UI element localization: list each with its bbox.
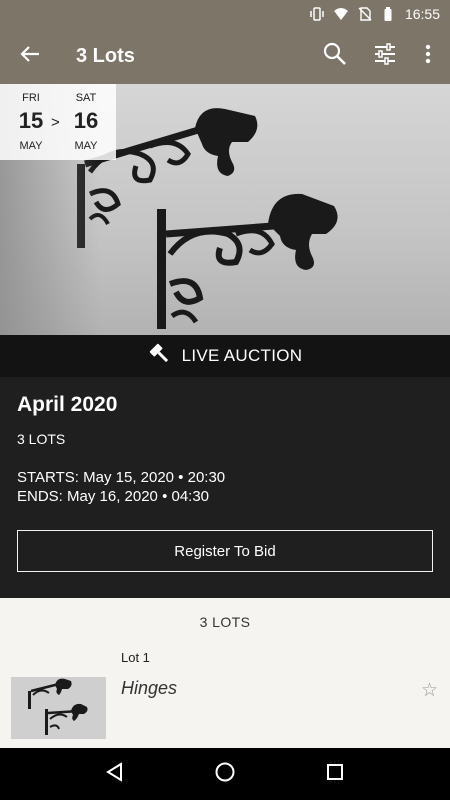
lot-thumbnail xyxy=(11,677,106,739)
back-button[interactable] xyxy=(0,28,60,84)
lots-section: 3 LOTS Lot 1 Hinges ☆ xyxy=(0,598,450,748)
wifi-icon xyxy=(333,6,349,22)
auction-lot-count: 3 LOTS xyxy=(17,431,66,447)
end-day-of-week: SAT xyxy=(75,92,97,104)
live-auction-label: LIVE AUCTION xyxy=(181,346,303,365)
gavel-icon xyxy=(148,342,172,371)
recents-square-icon xyxy=(326,763,344,786)
more-vert-icon xyxy=(425,44,431,69)
system-nav-bar xyxy=(0,748,450,800)
search-icon xyxy=(322,41,348,72)
filter-button[interactable] xyxy=(360,28,410,84)
lot-title: Hinges xyxy=(121,678,178,698)
start-day: 15 xyxy=(18,108,44,133)
search-button[interactable] xyxy=(310,28,360,84)
back-triangle-icon xyxy=(105,761,125,787)
lot-number: Lot 1 xyxy=(121,650,150,665)
start-month: MAY xyxy=(19,140,43,152)
star-outline-icon[interactable]: ☆ xyxy=(421,679,438,702)
nav-home-button[interactable] xyxy=(205,754,245,794)
auction-date-range: FRI 15 MAY > SAT 16 MAY xyxy=(0,84,116,160)
end-month: MAY xyxy=(74,140,98,152)
battery-icon xyxy=(381,6,397,22)
date-separator: > xyxy=(51,114,60,131)
auction-start-time: STARTS: May 15, 2020 • 20:30 xyxy=(17,469,226,486)
app-bar: 3 Lots xyxy=(0,28,450,84)
no-sim-icon xyxy=(357,6,373,22)
vibrate-icon xyxy=(309,6,325,22)
back-arrow-icon xyxy=(19,43,41,70)
lots-heading: 3 LOTS xyxy=(199,613,251,630)
auction-end-time: ENDS: May 16, 2020 • 04:30 xyxy=(17,488,210,505)
home-circle-icon xyxy=(214,761,236,788)
status-bar: 16:55 xyxy=(0,0,450,28)
register-to-bid-button[interactable]: Register To Bid xyxy=(17,530,433,572)
start-day-of-week: FRI xyxy=(22,92,40,104)
live-auction-band: LIVE AUCTION xyxy=(0,335,450,377)
status-time: 16:55 xyxy=(404,6,440,22)
end-day: 16 xyxy=(73,108,99,133)
list-item[interactable]: Lot 1 Hinges ☆ xyxy=(0,645,450,748)
nav-back-button[interactable] xyxy=(95,754,135,794)
filter-icon xyxy=(373,42,397,70)
more-options-button[interactable] xyxy=(410,28,446,84)
auction-info-panel: April 2020 3 LOTS STARTS: May 15, 2020 •… xyxy=(0,377,450,598)
nav-recents-button[interactable] xyxy=(315,754,355,794)
page-title: 3 Lots xyxy=(76,44,135,67)
auction-name: April 2020 xyxy=(17,393,118,416)
